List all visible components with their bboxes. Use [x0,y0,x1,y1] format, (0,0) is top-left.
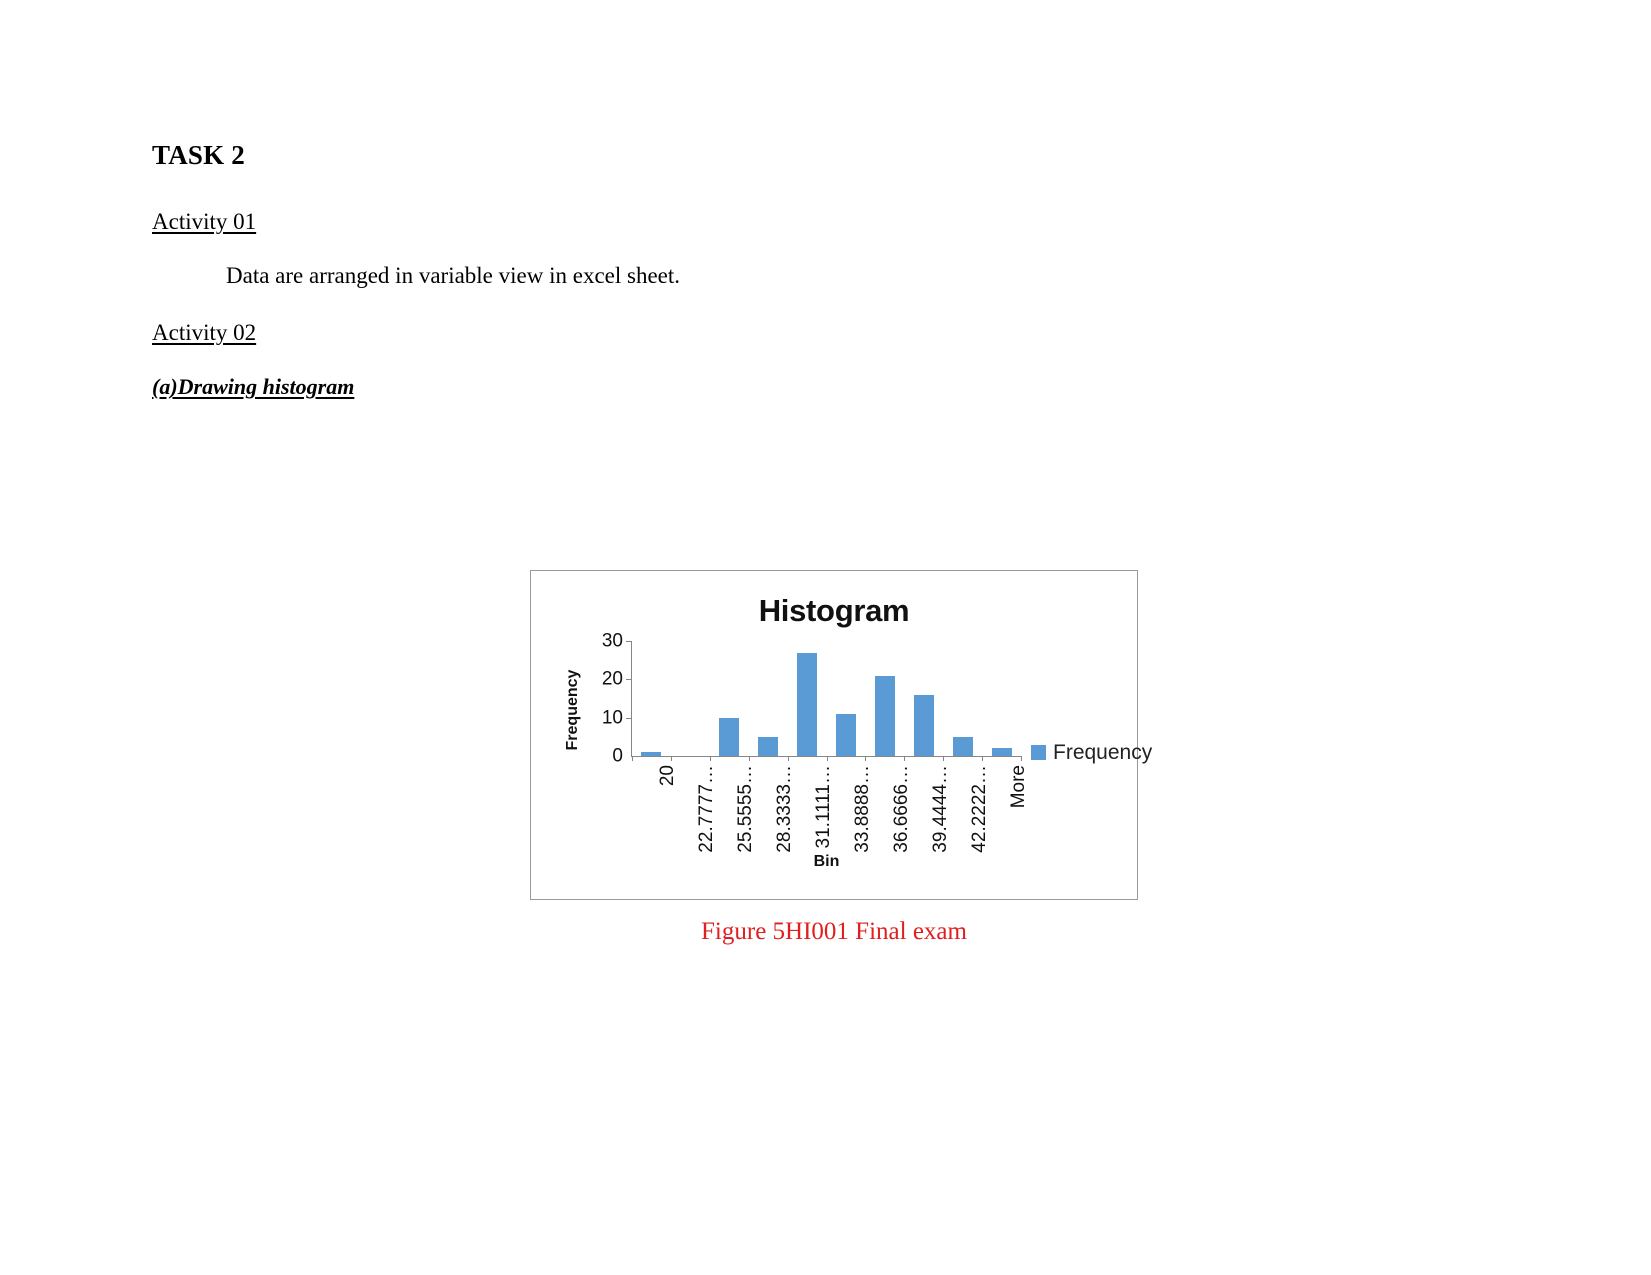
y-tick-label: 0 [612,745,623,767]
x-tick-label: 28.3333… [774,765,796,853]
x-tick-label: 33.8888… [851,765,873,853]
x-axis-tick-mark [982,756,984,761]
y-axis-tick-mark [626,679,631,681]
activity-02-heading: Activity 02 [152,319,257,345]
x-axis-tick-mark [670,756,672,761]
activity-01-text: Data are arranged in variable view in ex… [226,263,681,289]
legend-label-frequency: Frequency [1053,741,1153,764]
x-axis-tick-mark [865,756,867,761]
x-axis-tick-mark [709,756,711,761]
activity-01-row: Activity 01 [152,209,1352,235]
x-axis-tick-mark [632,756,633,761]
x-axis-tick-mark [943,756,945,761]
histogram-bar [874,675,895,756]
chart-plot-wrapper: Frequency 0 10 20 30 20 22.7777… 25.5555… 28.3… [553,632,1152,881]
chart-title: Histogram [758,593,910,628]
x-axis-tick-mark [826,756,828,761]
x-axis-tick-mark [787,756,789,761]
y-tick-label: 30 [601,630,623,652]
y-tick-label: 20 [601,668,623,690]
x-tick-label: 31.1111… [813,765,835,849]
x-tick-label: 20 [657,765,679,787]
histogram-bar [913,694,934,756]
figure-caption: Figure 5HI001 Final exam [701,918,967,945]
x-tick-label: 22.7777… [696,765,718,853]
bars-container: 20 22.7777… 25.5555… 28.3333… 31.1111… 33.888… [632,641,1029,853]
histogram-bar [758,736,779,756]
x-tick-label: More [1007,765,1029,809]
histogram-bar [641,752,662,756]
histogram-bar [797,652,818,756]
subheading-a-row: (a)Drawing histogram [152,374,1352,399]
y-tick-label: 10 [601,707,623,729]
x-axis-title: Bin [813,853,840,870]
y-axis-title: Frequency [564,669,581,751]
activity-02-row: Activity 02 [152,320,1352,346]
y-axis-tick-mark [626,641,631,642]
x-axis-tick-mark [904,756,906,761]
legend-swatch-icon [1031,745,1046,760]
document-body: TASK 2 Activity 01 Data are arranged in … [152,140,1352,400]
y-axis-tick-labels: 0 10 20 30 [587,632,627,766]
x-tick-label: 25.5555… [735,765,757,853]
activity-01-heading: Activity 01 [152,209,257,235]
chart-legend: Frequency [1031,742,1152,763]
histogram-bar [991,748,1012,756]
x-tick-label: 36.6666… [890,765,912,853]
subheading-drawing-histogram: (a)Drawing histogram [152,374,355,400]
histogram-bar [719,717,740,756]
x-tick-label: 39.4444… [929,765,951,853]
histogram-chart: Histogram Frequency 0 10 20 30 20 22.7777… 25… [530,570,1152,900]
histogram-bar [952,736,973,756]
page-title: TASK 2 [152,140,245,170]
x-axis-tick-mark [748,756,750,761]
histogram-bar [835,713,856,756]
x-axis-tick-mark [1021,756,1022,761]
y-axis-tick-mark [626,717,631,719]
x-tick-label: 42.2222… [968,765,990,853]
